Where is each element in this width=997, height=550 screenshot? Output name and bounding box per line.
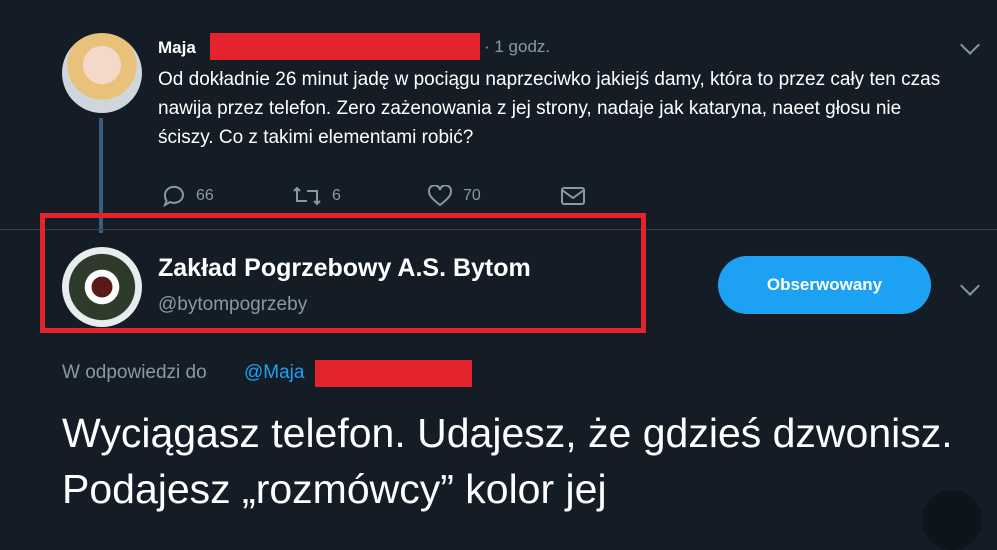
- tweet-author-name[interactable]: Zakład Pogrzebowy A.S. Bytom: [158, 254, 531, 283]
- tweet-text: Od dokładnie 26 minut jadę w pociągu nap…: [158, 69, 941, 148]
- reply-icon: [163, 185, 184, 207]
- redaction-bar: [210, 33, 480, 60]
- tweet-author-handle[interactable]: @bytompogrzeby: [158, 294, 307, 316]
- more-icon[interactable]: [922, 490, 982, 550]
- tweet-menu-chevron-icon[interactable]: [960, 35, 980, 55]
- reply-button[interactable]: 66: [162, 185, 214, 207]
- like-button[interactable]: 70: [427, 185, 481, 207]
- reply-count: 66: [196, 187, 214, 204]
- envelope-icon: [561, 187, 585, 205]
- avatar-maja[interactable]: [62, 33, 142, 113]
- tweet-menu-chevron-icon[interactable]: [960, 276, 980, 296]
- redaction-bar: [315, 360, 472, 387]
- heart-icon: [427, 185, 453, 207]
- reply-mention-link[interactable]: @Maja: [244, 362, 304, 384]
- tweet-text: Wyciągasz telefon. Udajesz, że gdzieś dz…: [62, 410, 953, 512]
- tweet-author-name[interactable]: Maja: [158, 38, 196, 58]
- retweet-count: 6: [332, 187, 341, 204]
- retweet-button[interactable]: 6: [292, 185, 341, 207]
- direct-message-button[interactable]: [560, 185, 586, 207]
- retweet-icon: [293, 186, 321, 206]
- like-count: 70: [463, 187, 481, 204]
- tweet-timestamp[interactable]: · 1 godz.: [484, 37, 550, 57]
- reply-context-label: W odpowiedzi do: [62, 362, 207, 383]
- following-button[interactable]: Obserwowany: [718, 256, 931, 314]
